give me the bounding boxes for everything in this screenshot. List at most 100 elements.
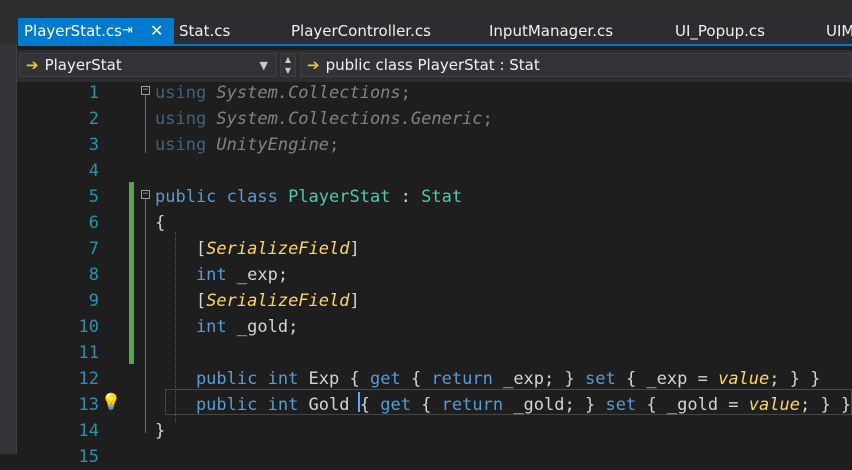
active-tab-underline [18,44,852,46]
code-token: Gold [308,395,360,415]
code-line[interactable]: 14} [17,418,852,444]
code-token: SerializeField [206,291,350,311]
tab-playerstat[interactable]: PlayerStat.cs ⇥ ✕ [18,18,174,44]
code-token: ; [329,135,340,155]
member-dropdown[interactable]: ➔ public class PlayerStat : Stat [300,53,852,77]
tab-label: InputManager.cs [489,22,614,40]
tab-inputmanager[interactable]: InputManager.cs [489,18,613,44]
code-token: _gold = [666,395,749,415]
code-token: { [646,395,667,415]
type-dropdown[interactable]: ➔ PlayerStat ▼ [19,53,277,77]
code-line[interactable]: 11 [17,340,852,366]
line-number: 1 [88,83,99,103]
code-text: [SerializeField] [155,236,360,262]
scroll-spinner[interactable]: ▲ ▼ [280,53,296,77]
code-text: using System.Collections.Generic; [155,106,493,132]
code-text: using UnityEngine; [155,132,339,158]
code-text: int _gold; [155,314,298,340]
code-token: _gold; [513,395,585,415]
code-token: ; [482,109,493,129]
tab-ui-popup[interactable]: UI_Popup.cs [675,18,765,44]
code-line[interactable]: 10 int _gold; [17,314,852,340]
code-token: class [226,187,289,207]
left-tool-strip [0,0,17,454]
code-editor[interactable]: − − 💡 1 using System.Collections; 2 using S… [17,80,852,467]
code-line[interactable]: 8 int _exp; [17,262,852,288]
code-token: { [155,213,166,233]
document-tab-bar: PlayerStat.cs ⇥ ✕ Stat.cs PlayerControll… [0,0,852,44]
code-token: using [155,83,217,103]
tab-uim[interactable]: UIM [826,18,852,44]
code-token: _gold; [236,317,299,337]
chevron-down-icon[interactable]: ▼ [260,55,268,77]
code-line[interactable]: 15 [17,444,852,470]
code-token: } [564,369,585,389]
code-text: public int Gold { get { return _gold; } … [155,392,851,418]
tab-playercontroller[interactable]: PlayerController.cs [291,18,431,44]
code-text: } [155,418,165,444]
line-number: 14 [78,421,99,441]
code-token: value [718,369,770,389]
arrow-right-icon: ➔ [26,56,39,74]
code-token: PlayerStat [288,187,401,207]
line-number: 5 [88,187,99,207]
code-line[interactable]: 4 [17,158,852,184]
code-token: { [359,395,381,415]
code-token: _exp = [646,369,719,389]
line-number: 4 [88,161,99,181]
type-dropdown-value: PlayerStat [44,56,122,74]
code-token: } [155,421,166,441]
code-text: using System.Collections; [155,80,411,106]
code-line[interactable]: 6{ [17,210,852,236]
code-token: Stat [421,187,463,207]
tab-label: UI_Popup.cs [675,22,765,40]
code-token: _exp; [503,369,565,389]
navigation-bar: ➔ PlayerStat ▼ ▲ ▼ ➔ public class PlayerSta… [17,50,852,82]
close-icon[interactable]: ✕ [150,18,163,44]
code-token: return [441,395,514,415]
code-line[interactable]: 5 public class PlayerStat : Stat [17,184,852,210]
code-token: SerializeField [206,239,350,259]
code-token: [ [155,291,207,311]
code-token: UnityEngine [216,135,330,155]
code-line[interactable]: 2 using System.Collections.Generic; [17,106,852,132]
code-text: [SerializeField] [155,288,360,314]
code-token: using [155,109,217,129]
code-token: : [400,187,422,207]
code-token: ; } } [769,369,821,389]
code-token: ; } } [799,395,852,415]
code-token: public [155,369,268,389]
line-number: 7 [88,239,99,259]
code-token: ; [400,83,411,103]
code-line[interactable]: 12 public int Exp { get { return _exp; }… [17,366,852,392]
tab-label: UIM [826,22,852,40]
code-token: ] [349,291,360,311]
code-line[interactable]: 7 [SerializeField] [17,236,852,262]
code-text: { [155,210,165,236]
code-token: int [267,395,309,415]
code-token: Exp [308,369,350,389]
code-token: { [349,369,370,389]
code-token: public [155,395,268,415]
tab-label: Stat.cs [179,22,231,40]
code-token: int [155,317,237,337]
member-dropdown-value: public class PlayerStat : Stat [325,56,540,74]
tab-stat[interactable]: Stat.cs [179,18,230,44]
code-token: } [584,395,606,415]
code-token: { [625,369,647,389]
code-token: public [155,187,227,207]
code-token: int [155,265,237,285]
code-token: ] [349,239,360,259]
code-line[interactable]: 13 public int Gold { get { return _gold;… [17,392,852,418]
code-line[interactable]: 1 using System.Collections; [17,80,852,106]
code-token: value [748,395,800,415]
tab-label: PlayerController.cs [291,22,431,40]
code-line[interactable]: 9 [SerializeField] [17,288,852,314]
arrow-right-icon: ➔ [307,56,320,74]
line-number: 15 [78,447,99,467]
code-line[interactable]: 3 using UnityEngine; [17,132,852,158]
pin-icon[interactable]: ⇥ [122,18,133,44]
code-token: using [155,135,217,155]
code-text: public int Exp { get { return _exp; } se… [155,366,821,392]
line-number: 3 [88,135,99,155]
